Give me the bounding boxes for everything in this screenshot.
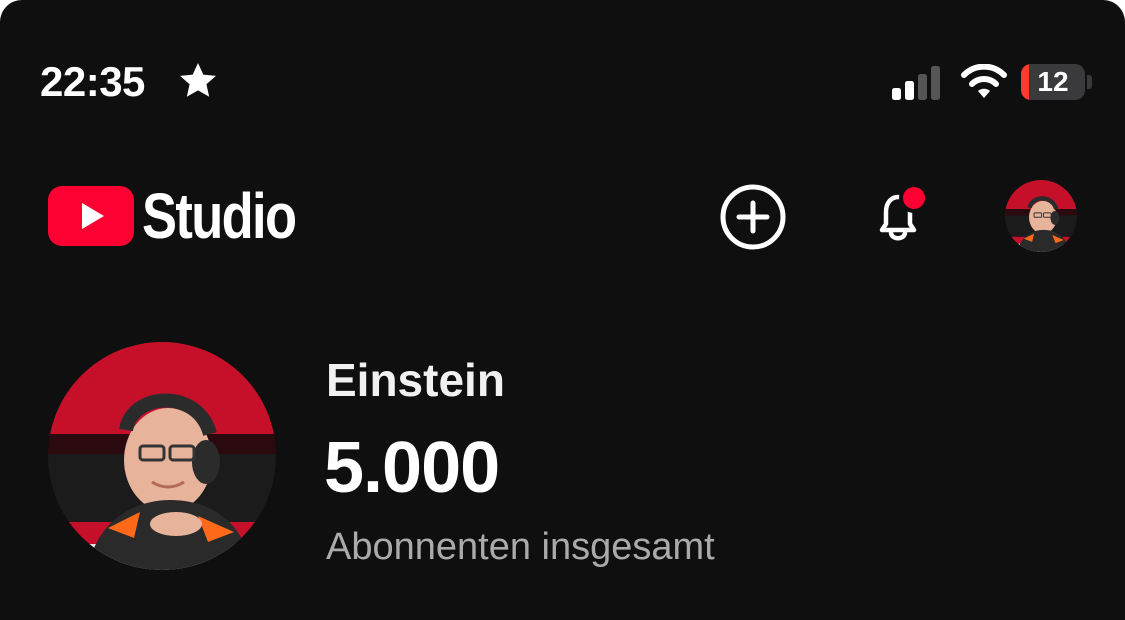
notification-dot [903, 187, 925, 209]
subscriber-count: 5.000 [324, 428, 500, 508]
channel-avatar [48, 342, 276, 570]
youtube-play-icon[interactable] [48, 186, 134, 246]
app-title: Studio [142, 180, 297, 252]
subscriber-label: Abonnenten insgesamt [326, 526, 715, 568]
wifi-icon [960, 64, 1008, 100]
battery-cap [1087, 75, 1092, 89]
avatar [1005, 180, 1077, 252]
star-icon [176, 59, 220, 103]
battery-indicator: 12 [1021, 64, 1085, 100]
status-time: 22:35 [40, 58, 145, 105]
notifications-button[interactable] [862, 180, 934, 252]
channel-name: Einstein [326, 354, 505, 406]
plus-circle-icon [720, 184, 786, 250]
battery-percent: 12 [1037, 66, 1069, 97]
create-button[interactable] [718, 182, 788, 252]
bell-icon [879, 183, 929, 241]
account-avatar-button[interactable] [1005, 180, 1077, 252]
youtube-studio-screen: 22:35 12 Studio Einstein 5.000 Abonnente… [0, 0, 1125, 620]
cellular-signal-icon [892, 66, 944, 100]
